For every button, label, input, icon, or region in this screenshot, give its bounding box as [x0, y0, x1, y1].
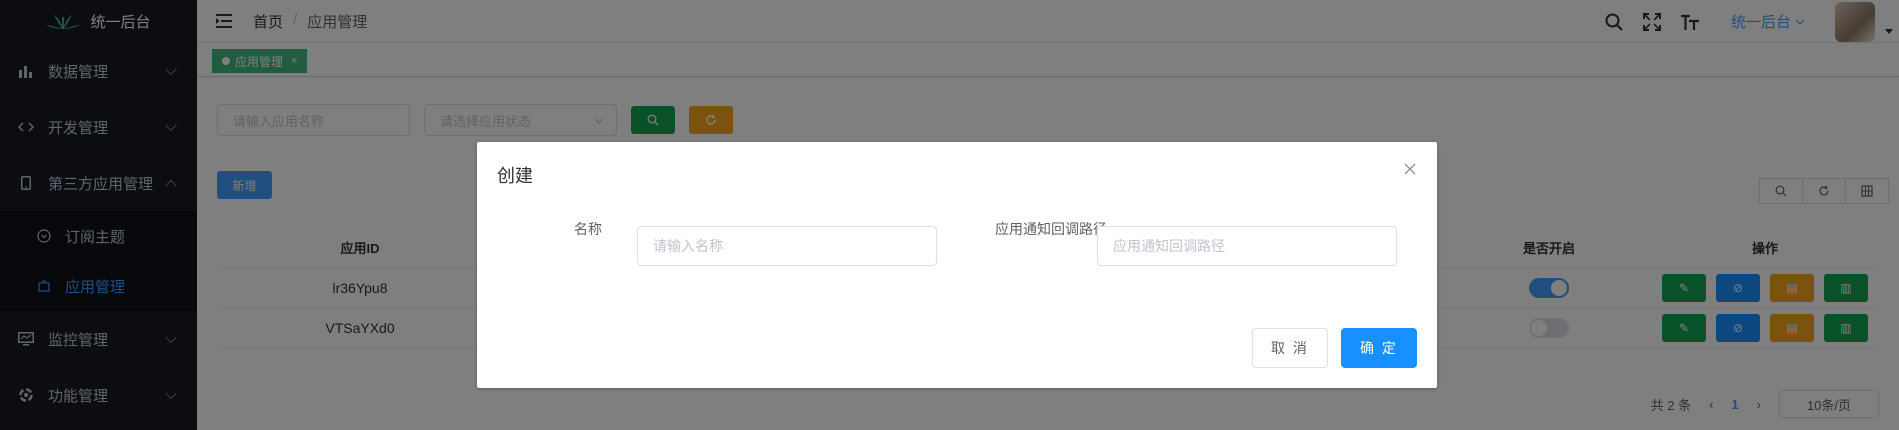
dialog-title: 创建	[497, 166, 533, 186]
callback-path-label: 应用通知回调路径	[995, 221, 1107, 237]
name-label: 名称	[574, 221, 602, 237]
close-icon[interactable]	[1403, 162, 1417, 176]
confirm-button[interactable]: 确 定	[1341, 328, 1417, 368]
callback-path-input[interactable]: 应用通知回调路径	[1097, 226, 1397, 266]
cancel-button[interactable]: 取 消	[1252, 328, 1328, 368]
create-dialog: 创建 名称 请输入名称 应用通知回调路径 应用通知回调路径 取 消 确 定	[477, 142, 1437, 388]
name-input[interactable]: 请输入名称	[637, 226, 937, 266]
